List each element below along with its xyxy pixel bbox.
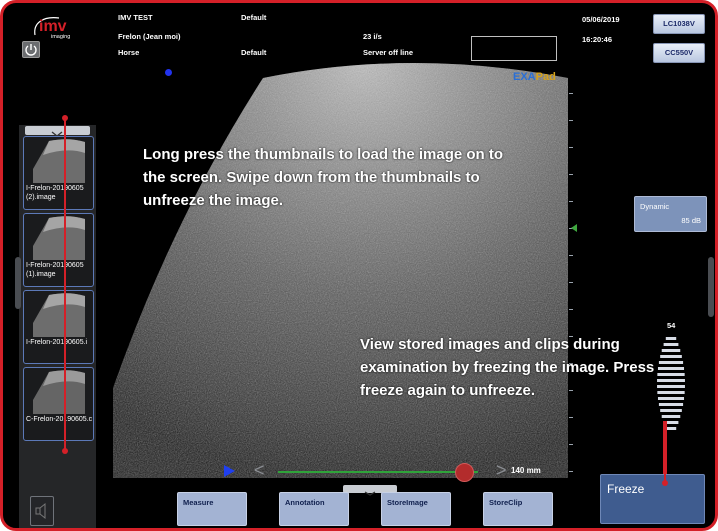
thumbnail-caption: I-Frelon-20190605(1).image	[26, 262, 84, 278]
thumbnail-image-1	[33, 139, 85, 183]
exam-time: 16:20:46	[582, 35, 613, 44]
thumbnail-1[interactable]: I-Frelon-20190605(2).image	[23, 136, 94, 210]
thumbnail-caption: I-Frelon-20190605.i	[26, 339, 88, 346]
thumbnail-image-4	[33, 370, 85, 414]
thumbnail-3[interactable]: I-Frelon-20190605.i	[23, 290, 94, 364]
exapad-exa-text: EXA	[513, 71, 536, 83]
thumbnail-2[interactable]: I-Frelon-20190605(1).image	[23, 213, 94, 287]
gain-stripe	[660, 409, 682, 412]
thumbnail-image-2	[33, 216, 85, 260]
ruler-tick	[569, 147, 573, 148]
next-frame-icon[interactable]: >	[496, 460, 507, 480]
freeze-callout-text: View stored images and clips during exam…	[360, 336, 655, 399]
preset-top: Default	[241, 13, 267, 22]
patient-name: IMV TEST	[118, 13, 153, 22]
probe-button-cc550v[interactable]: CC550V	[653, 43, 705, 63]
focus-marker-icon[interactable]	[571, 224, 577, 232]
cine-slider-track[interactable]	[278, 471, 478, 473]
probe-button-lc1038v[interactable]: LC1038V	[653, 14, 705, 34]
ruler-tick	[569, 174, 573, 175]
thumbnail-drawer-handle[interactable]	[25, 126, 90, 137]
app-frame: imv imaging IMV TEST Frelon (Jean moi) H…	[0, 0, 718, 531]
gain-stripe	[665, 427, 677, 430]
gain-value: 54	[667, 321, 676, 330]
thumbnail-caption: I-Frelon-20190605(2).image	[26, 185, 84, 201]
dynamic-range-label: Dynamic	[640, 202, 670, 211]
gain-stripe	[658, 403, 684, 406]
depth-ruler	[569, 93, 573, 472]
left-panel-tab[interactable]	[15, 257, 21, 309]
frame-rate: 23 i/s	[363, 32, 382, 41]
right-panel-tab[interactable]	[708, 257, 714, 317]
power-icon	[25, 44, 37, 56]
gain-stripe	[661, 415, 681, 418]
dynamic-range-control[interactable]: Dynamic 85 dB	[634, 196, 707, 232]
patient-species: Horse	[118, 48, 140, 57]
dynamic-range-value: 85 dB	[681, 216, 701, 225]
logo-brand-text: imv	[39, 18, 67, 35]
power-button[interactable]	[22, 41, 40, 58]
ruler-tick	[569, 309, 573, 310]
tgc-indicator	[663, 421, 667, 481]
ruler-tick	[569, 282, 573, 283]
ruler-tick	[569, 93, 573, 94]
logo-subtitle-text: imaging	[51, 34, 70, 40]
ultrasound-image[interactable]	[113, 58, 573, 478]
audio-button[interactable]	[30, 496, 54, 526]
thumbnail-callout-text: Long press the thumbnails to load the im…	[143, 146, 504, 209]
exapad-logo: EXAPad	[513, 71, 556, 83]
ruler-tick	[569, 120, 573, 121]
patient-owner: Frelon (Jean moi)	[118, 32, 181, 41]
speaker-icon	[35, 502, 46, 520]
depth-label: 140 mm	[511, 466, 541, 475]
ruler-tick	[569, 444, 573, 445]
ruler-tick	[569, 201, 573, 202]
store-clip-button[interactable]: StoreClip	[483, 492, 553, 526]
previous-frame-icon[interactable]: <	[254, 460, 265, 480]
exapad-pad-text: Pad	[535, 71, 556, 83]
annotation-button[interactable]: Annotation	[279, 492, 349, 526]
ruler-tick	[569, 255, 573, 256]
play-icon[interactable]	[224, 465, 235, 477]
preset-bottom: Default	[241, 48, 267, 57]
exam-date: 05/06/2019	[582, 15, 620, 24]
imv-logo: imv imaging	[29, 15, 109, 41]
store-image-button[interactable]: StoreImage	[381, 492, 451, 526]
server-status: Server off line	[363, 48, 414, 57]
thumbnail-caption: C-Frelon-20190605.c	[26, 416, 93, 423]
thumbnail-4[interactable]: C-Frelon-20190605.c	[23, 367, 94, 441]
thumbnail-image-3	[33, 293, 85, 337]
ruler-tick	[569, 417, 573, 418]
cine-slider-knob[interactable]	[455, 463, 474, 482]
measure-button[interactable]: Measure	[177, 492, 247, 526]
freeze-button[interactable]: Freeze	[600, 474, 705, 524]
ruler-tick	[569, 471, 573, 472]
